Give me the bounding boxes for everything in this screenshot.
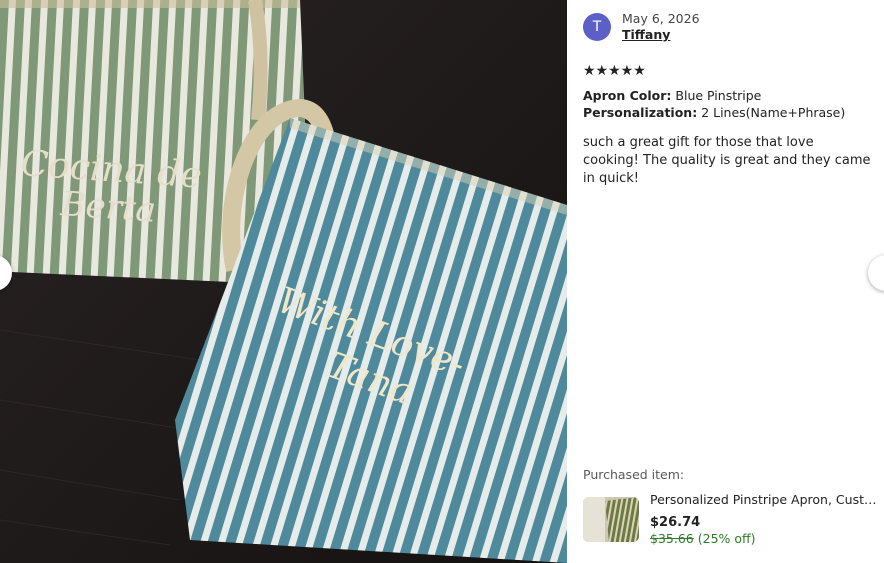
review-panel: T May 6, 2026 Tiffany ★★★★★ Apron Color:… <box>567 0 884 563</box>
discount-percent: (25% off) <box>697 531 756 546</box>
attribute-personalization: Personalization: 2 Lines(Name+Phrase) <box>583 105 845 120</box>
attribute-value: 2 Lines(Name+Phrase) <box>701 105 846 120</box>
original-price: $35.66 <box>650 531 694 546</box>
apron-photo-image: Cocina de Berta With Love- Tana <box>0 0 567 563</box>
reviewer-name-link[interactable]: Tiffany <box>622 27 670 42</box>
purchased-item-title-link[interactable]: Personalized Pinstripe Apron, Customized… <box>650 492 878 507</box>
purchased-item-label: Purchased item: <box>583 467 685 482</box>
attribute-label: Apron Color: <box>583 88 672 103</box>
attribute-apron-color: Apron Color: Blue Pinstripe <box>583 88 761 103</box>
green-apron-embroidery-line2: Berta <box>58 184 157 231</box>
purchased-item-thumbnail[interactable] <box>583 497 639 542</box>
avatar[interactable]: T <box>583 13 611 41</box>
review-photo[interactable]: Cocina de Berta With Love- Tana <box>0 0 567 563</box>
attribute-value: Blue Pinstripe <box>675 88 762 103</box>
attribute-label: Personalization: <box>583 105 698 120</box>
star-rating: ★★★★★ <box>583 63 646 79</box>
review-date: May 6, 2026 <box>622 11 700 26</box>
purchased-item-discount: $35.66 (25% off) <box>650 531 756 546</box>
review-text: such a great gift for those that love co… <box>583 135 871 186</box>
thumbnail-image <box>583 497 639 542</box>
purchased-item-price: $26.74 <box>650 515 701 530</box>
